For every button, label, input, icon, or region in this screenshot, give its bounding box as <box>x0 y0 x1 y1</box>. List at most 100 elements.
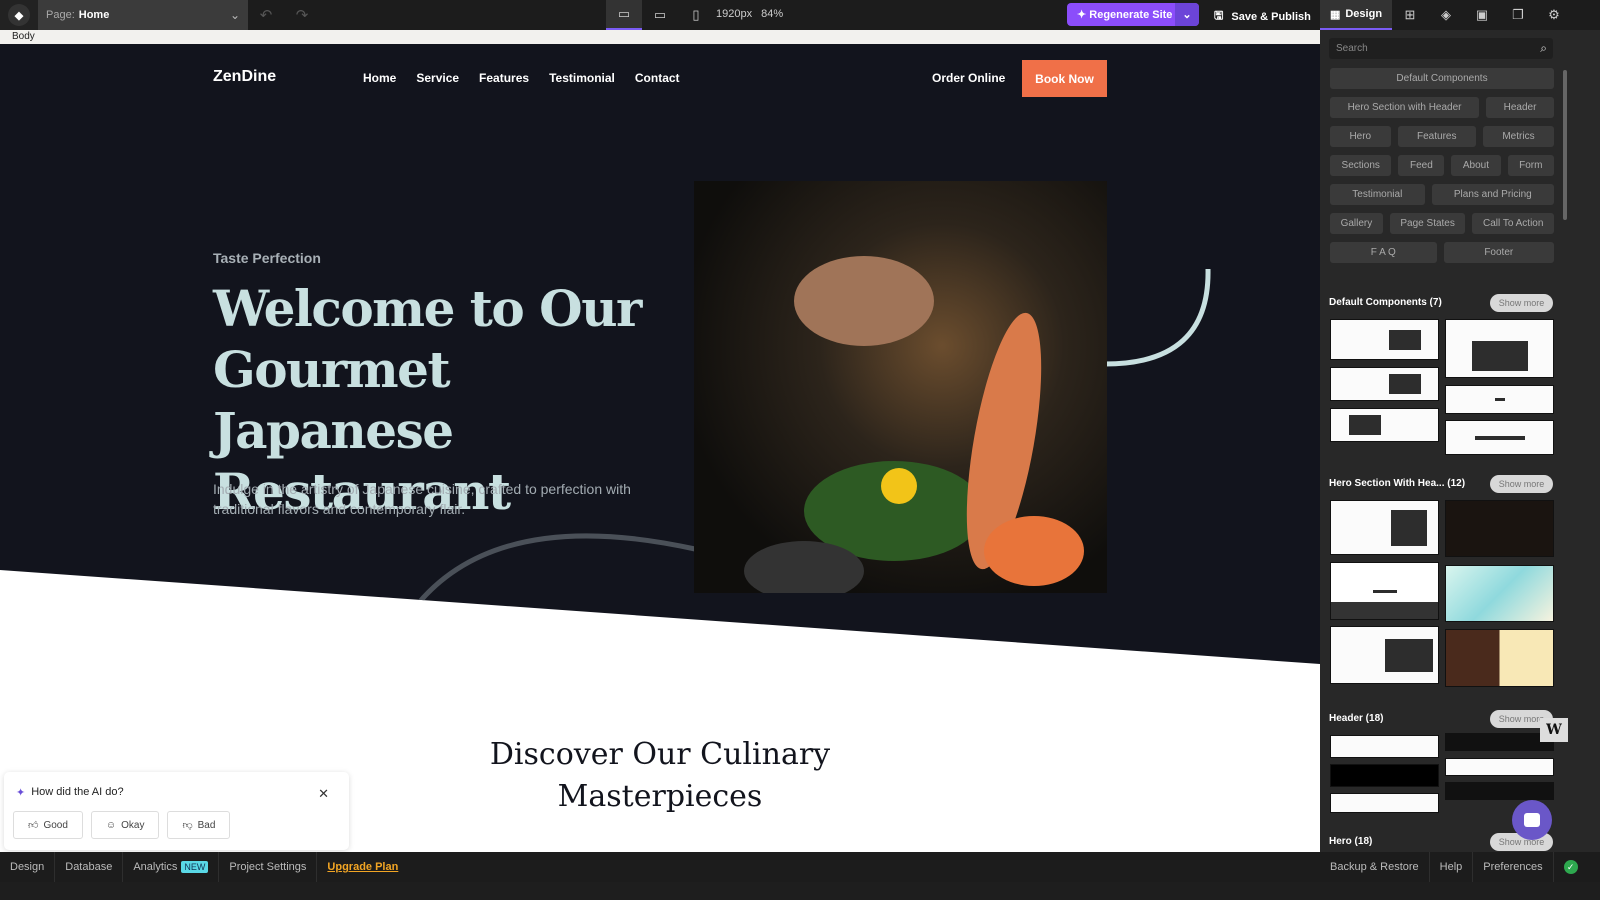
chip-footer[interactable]: Footer <box>1443 242 1555 263</box>
feedback-options: 👍︎ Good ☺ Okay 👎︎ Bad <box>13 811 231 839</box>
save-publish-button[interactable]: 🖫 Save & Publish <box>1214 7 1311 26</box>
show-more-button[interactable]: Show more <box>1490 475 1553 493</box>
w-widget-icon[interactable]: W <box>1540 718 1568 742</box>
backup-restore-button[interactable]: Backup & Restore <box>1320 852 1430 882</box>
chip-page-states[interactable]: Page States <box>1389 213 1466 234</box>
good-button[interactable]: 👍︎ Good <box>13 811 83 839</box>
redo-button[interactable]: ↷ <box>284 6 320 24</box>
good-label: Good <box>43 819 68 831</box>
mobile-view-button[interactable]: ▯ <box>678 0 714 30</box>
tab-design[interactable]: ▦ Design <box>1320 0 1392 30</box>
layers-icon[interactable]: ◈ <box>1428 0 1464 30</box>
chip-testimonial[interactable]: Testimonial <box>1330 184 1425 205</box>
component-thumbnail[interactable] <box>1330 367 1439 401</box>
component-thumbnail[interactable] <box>1330 408 1439 442</box>
component-thumbnail[interactable] <box>1330 793 1439 813</box>
nav-service[interactable]: Service <box>416 71 459 85</box>
bottom-database[interactable]: Database <box>55 852 124 882</box>
undo-button[interactable]: ↶ <box>248 6 284 24</box>
book-now-button[interactable]: Book Now <box>1022 60 1107 97</box>
component-thumbnail[interactable] <box>1445 319 1554 378</box>
decorative-arc <box>1104 268 1211 367</box>
regenerate-text: Regenerate Site <box>1089 9 1173 21</box>
preferences-button[interactable]: Preferences <box>1473 852 1554 882</box>
layout-icon: ▦ <box>1329 8 1341 21</box>
tablet-view-button[interactable]: ▭ <box>642 0 678 30</box>
image-icon[interactable]: ▣ <box>1464 0 1500 30</box>
panel-scrollbar[interactable] <box>1563 70 1567 220</box>
analytics-label: Analytics <box>133 861 178 873</box>
component-thumbnail[interactable] <box>1445 629 1554 687</box>
chat-support-button[interactable] <box>1512 800 1552 840</box>
chip-form[interactable]: Form <box>1507 155 1555 176</box>
nav-home[interactable]: Home <box>363 71 396 85</box>
section-header: Header (18) <box>1329 713 1384 724</box>
component-thumbnail[interactable] <box>1445 385 1554 414</box>
chip-plans-pricing[interactable]: Plans and Pricing <box>1431 184 1555 205</box>
component-thumbnail[interactable] <box>1445 500 1554 557</box>
desktop-view-button[interactable]: ▭ <box>606 0 642 30</box>
status-check-icon: ✓ <box>1563 860 1578 874</box>
component-thumbnail[interactable] <box>1445 565 1554 622</box>
gear-icon[interactable]: ⚙ <box>1536 0 1572 30</box>
component-thumbnail[interactable] <box>1330 500 1439 555</box>
component-thumbnail[interactable] <box>1330 562 1439 620</box>
feedback-question: How did the AI do? <box>31 786 124 798</box>
component-thumbnail[interactable] <box>1445 758 1554 776</box>
component-search-input[interactable]: Search ⌕ <box>1329 38 1553 59</box>
order-online-link[interactable]: Order Online <box>932 71 1005 85</box>
device-switcher: ▭ ▭ ▯ <box>606 0 714 30</box>
app-logo[interactable]: ◆ <box>0 0 38 30</box>
nav-testimonial[interactable]: Testimonial <box>549 71 615 85</box>
add-element-icon[interactable]: ⊞ <box>1392 0 1428 30</box>
pages-icon[interactable]: ❐ <box>1500 0 1536 30</box>
chip-features[interactable]: Features <box>1397 126 1476 147</box>
okay-label: Okay <box>121 819 145 831</box>
component-thumbnail[interactable] <box>1445 782 1554 800</box>
regenerate-site-button[interactable]: ✦ Regenerate Site ⌄ <box>1067 3 1199 26</box>
chip-hero-section-with-header[interactable]: Hero Section with Header <box>1330 97 1480 118</box>
component-thumbnail[interactable] <box>1445 733 1554 751</box>
bottom-analytics[interactable]: Analytics NEW <box>123 852 220 882</box>
chip-gallery[interactable]: Gallery <box>1330 213 1383 234</box>
chip-faq[interactable]: F A Q <box>1330 242 1437 263</box>
chip-default-components[interactable]: Default Components <box>1330 68 1554 89</box>
show-more-button[interactable]: Show more <box>1490 294 1553 312</box>
chip-header[interactable]: Header <box>1486 97 1555 118</box>
nav-contact[interactable]: Contact <box>635 71 680 85</box>
feedback-title: ✦ How did the AI do? <box>16 786 124 799</box>
regenerate-dropdown[interactable]: ⌄ <box>1175 3 1199 26</box>
page-selector[interactable]: Page: Home ⌄ <box>38 0 248 30</box>
site-canvas: ZenDine Home Service Features Testimonia… <box>0 44 1320 852</box>
chip-hero[interactable]: Hero <box>1330 126 1391 147</box>
sparkle-icon: ✦ <box>16 787 26 799</box>
hero-food-image[interactable] <box>694 181 1107 593</box>
sparkle-icon: ✦ <box>1077 9 1090 21</box>
close-icon[interactable]: ✕ <box>318 786 329 802</box>
site-nav: Home Service Features Testimonial Contac… <box>363 71 680 85</box>
upgrade-plan-link[interactable]: Upgrade Plan <box>317 852 408 882</box>
okay-button[interactable]: ☺ Okay <box>90 811 160 839</box>
bad-button[interactable]: 👎︎ Bad <box>167 811 231 839</box>
chip-feed[interactable]: Feed <box>1398 155 1445 176</box>
component-thumbnail[interactable] <box>1330 626 1439 684</box>
page-label: Page: <box>46 9 75 21</box>
nav-features[interactable]: Features <box>479 71 529 85</box>
chip-about[interactable]: About <box>1451 155 1501 176</box>
chip-sections[interactable]: Sections <box>1330 155 1392 176</box>
chip-call-to-action[interactable]: Call To Action <box>1472 213 1554 234</box>
bottom-design[interactable]: Design <box>0 852 56 882</box>
component-thumbnail[interactable] <box>1330 319 1439 360</box>
thumbs-down-icon: 👎︎ <box>182 820 193 831</box>
site-brand[interactable]: ZenDine <box>213 68 276 86</box>
section-hero-with-header: Hero Section With Hea... (12) <box>1329 478 1466 489</box>
bottom-project-settings[interactable]: Project Settings <box>219 852 318 882</box>
hero-section[interactable]: ZenDine Home Service Features Testimonia… <box>0 44 1320 664</box>
component-thumbnail[interactable] <box>1445 420 1554 455</box>
help-button[interactable]: Help <box>1430 852 1474 882</box>
breadcrumb[interactable]: Body <box>0 30 1320 44</box>
component-thumbnail[interactable] <box>1330 764 1439 787</box>
chip-metrics[interactable]: Metrics <box>1482 126 1555 147</box>
section-default-components: Default Components (7) <box>1329 297 1442 308</box>
component-thumbnail[interactable] <box>1330 735 1439 758</box>
